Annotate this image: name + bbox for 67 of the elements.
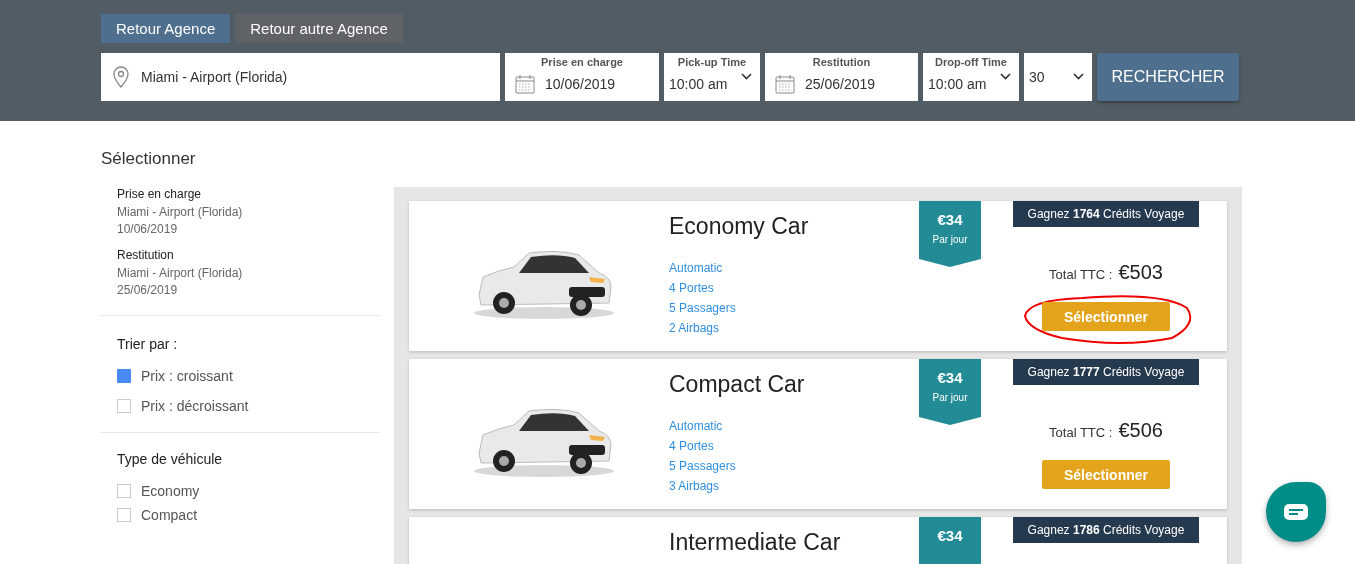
chat-icon bbox=[1284, 504, 1308, 520]
per-day-label: Par jour bbox=[931, 392, 969, 403]
total-price: €503 bbox=[1118, 261, 1163, 284]
calendar-icon bbox=[775, 74, 795, 94]
car-feature: Automatic bbox=[669, 260, 724, 277]
field-label: Restitution bbox=[811, 56, 872, 68]
credits-banner: Gagnez 1777 Crédits Voyage bbox=[1013, 359, 1199, 385]
car-feature: Automatic bbox=[669, 418, 724, 435]
total-label: Total TTC : bbox=[1049, 425, 1113, 440]
car-feature: 5 Passagers bbox=[669, 300, 737, 317]
per-day-label: Par jour bbox=[931, 234, 969, 245]
option-label: Prix : décroissant bbox=[141, 398, 249, 414]
daily-price: €34 bbox=[936, 527, 964, 544]
car-name: Economy Car bbox=[669, 213, 810, 240]
dropdown-field[interactable]: Pick-up Time 10:00 am bbox=[664, 53, 760, 101]
total-price: €506 bbox=[1118, 419, 1163, 442]
daily-price: €34 bbox=[936, 211, 964, 228]
field-value: 10:00 am bbox=[928, 76, 987, 92]
option-label: Economy bbox=[141, 483, 200, 499]
calendar-icon bbox=[515, 74, 535, 94]
field-value: 25/06/2019 bbox=[805, 76, 876, 92]
sidebar-title: Sélectionner bbox=[101, 149, 197, 169]
checkbox[interactable] bbox=[117, 508, 131, 522]
field-label: Prise en charge bbox=[540, 56, 624, 68]
field-label: Pick-up Time bbox=[676, 56, 748, 68]
credits-banner: Gagnez 1764 Crédits Voyage bbox=[1013, 201, 1199, 227]
summary-label: Restitution bbox=[117, 248, 175, 262]
summary-label: Prise en charge bbox=[117, 187, 203, 201]
field-label: Drop-off Time bbox=[934, 56, 1008, 68]
search-button[interactable]: RECHERCHER bbox=[1097, 53, 1239, 101]
location-pin-icon bbox=[113, 66, 129, 88]
checkbox[interactable] bbox=[117, 484, 131, 498]
option-label: Prix : croissant bbox=[141, 368, 233, 384]
credits-banner: Gagnez 1786 Crédits Voyage bbox=[1013, 517, 1199, 543]
car-name: Compact Car bbox=[669, 371, 806, 398]
field-value: 10/06/2019 bbox=[545, 76, 616, 92]
section-title: Trier par : bbox=[116, 336, 179, 352]
car-feature: 4 Portes bbox=[669, 280, 715, 297]
car-name: Intermediate Car bbox=[669, 529, 842, 556]
checkbox[interactable] bbox=[117, 369, 131, 383]
date-field[interactable]: Restitution 25/06/2019 bbox=[765, 53, 918, 101]
summary-date: 10/06/2019 bbox=[117, 221, 179, 238]
dropdown-field[interactable]: 30 bbox=[1024, 53, 1092, 101]
field-value: 10:00 am bbox=[669, 76, 728, 92]
chat-button[interactable] bbox=[1266, 482, 1326, 542]
summary-date: 25/06/2019 bbox=[117, 282, 179, 299]
chevron-icon bbox=[741, 73, 752, 80]
car-feature: 4 Portes bbox=[669, 438, 715, 455]
chevron-icon bbox=[1073, 73, 1084, 80]
section-title: Type de véhicule bbox=[116, 451, 224, 467]
daily-price: €34 bbox=[936, 369, 964, 386]
car-feature: 3 Airbags bbox=[669, 478, 721, 495]
total-label: Total TTC : bbox=[1049, 267, 1113, 282]
field-value: Miami - Airport (Florida) bbox=[141, 69, 288, 85]
car-feature: 5 Passagers bbox=[669, 458, 737, 475]
summary-place: Miami - Airport (Florida) bbox=[117, 204, 244, 221]
car-feature: 2 Airbags bbox=[669, 320, 721, 337]
date-field[interactable]: Prise en charge 10/06/2019 bbox=[505, 53, 659, 101]
tab[interactable]: Retour autre Agence bbox=[235, 14, 403, 43]
checkbox[interactable] bbox=[117, 399, 131, 413]
option-label: Compact bbox=[141, 507, 198, 523]
dropdown-field[interactable]: Drop-off Time 10:00 am bbox=[923, 53, 1019, 101]
chevron-icon bbox=[1000, 73, 1011, 80]
location-field[interactable]: Miami - Airport (Florida) bbox=[101, 53, 500, 101]
field-value: 30 bbox=[1029, 69, 1045, 85]
summary-place: Miami - Airport (Florida) bbox=[117, 265, 244, 282]
tab[interactable]: Retour Agence bbox=[101, 14, 231, 43]
